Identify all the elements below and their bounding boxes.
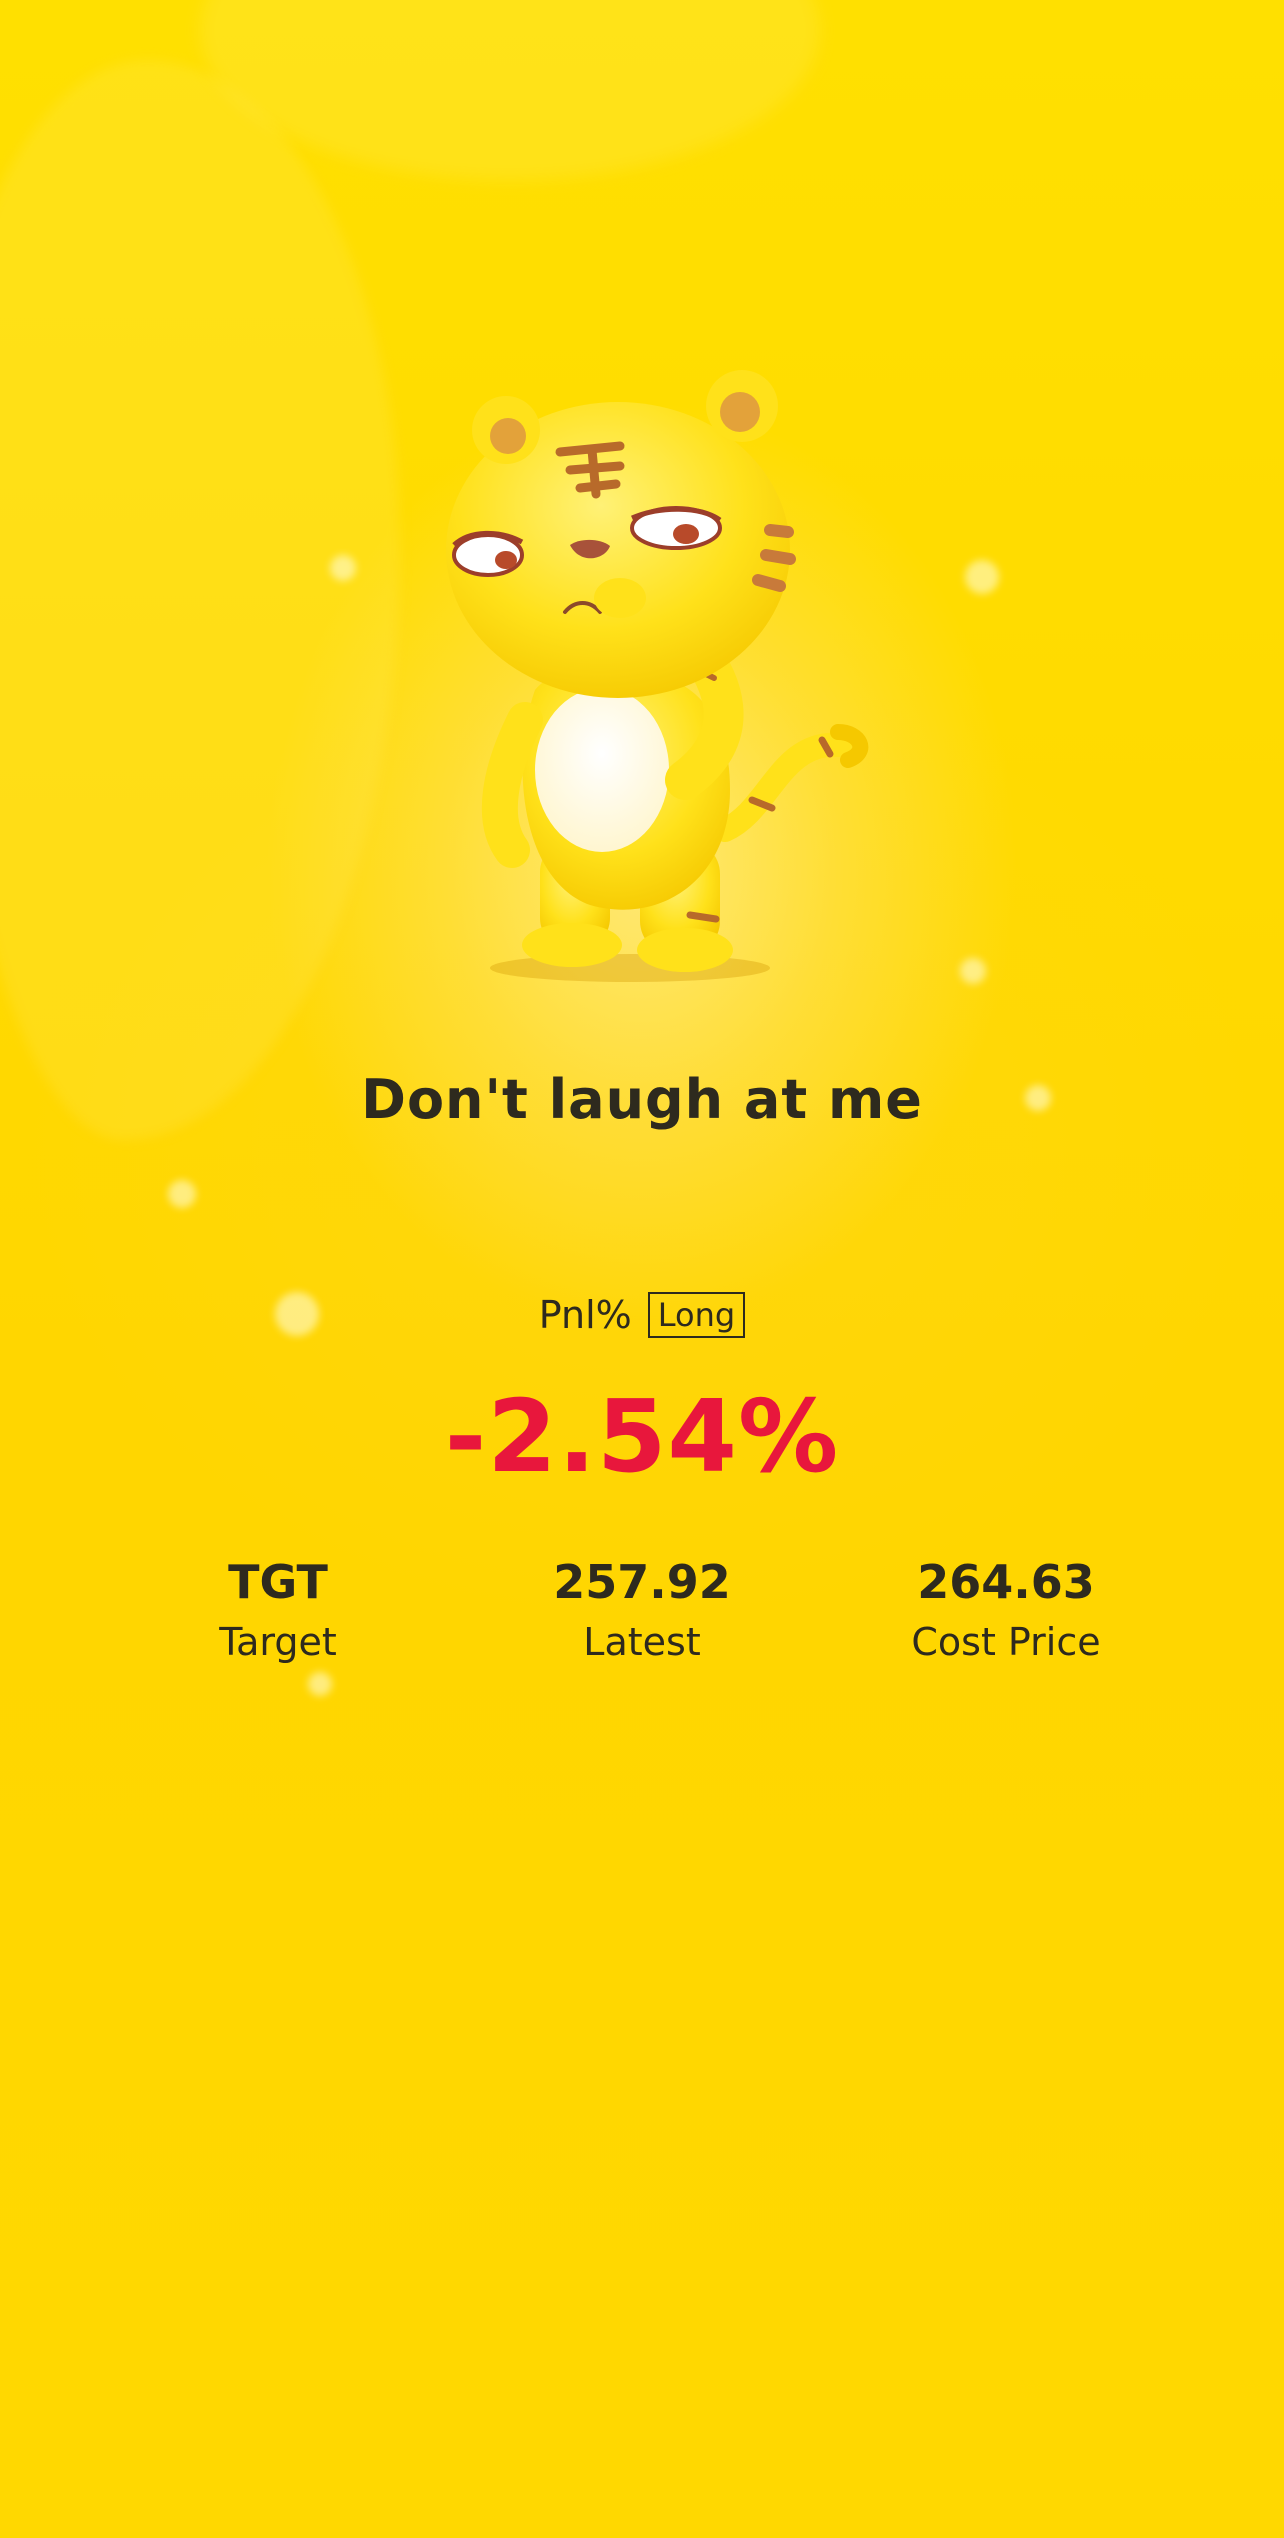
stat-label: Cost Price <box>911 1620 1101 1664</box>
stat-cost-price: 264.63 Cost Price <box>826 1552 1186 1672</box>
pnl-label: Pnl% <box>538 1293 632 1337</box>
stats-row: TGT Target 257.92 Latest 264.63 Cost Pri… <box>0 1552 1284 1692</box>
stat-value: 264.63 <box>917 1555 1095 1609</box>
stat-target: TGT Target <box>98 1552 458 1672</box>
sparkle <box>330 555 356 581</box>
sparkle <box>960 958 986 984</box>
sparkle <box>168 1180 196 1208</box>
position-direction-badge: Long <box>647 1292 746 1338</box>
headline: Don't laugh at me <box>361 1068 923 1131</box>
pnl-value: -2.54% <box>444 1378 840 1495</box>
stat-label: Latest <box>583 1620 701 1664</box>
tiger-mascot-icon <box>446 370 869 982</box>
stat-label: Target <box>219 1620 337 1664</box>
sparkle <box>965 560 999 594</box>
stat-latest: 257.92 Latest <box>462 1552 822 1672</box>
stat-value: 257.92 <box>553 1555 731 1609</box>
pnl-header: Pnl% Long <box>0 1292 1284 1338</box>
stat-value: TGT <box>228 1555 328 1609</box>
